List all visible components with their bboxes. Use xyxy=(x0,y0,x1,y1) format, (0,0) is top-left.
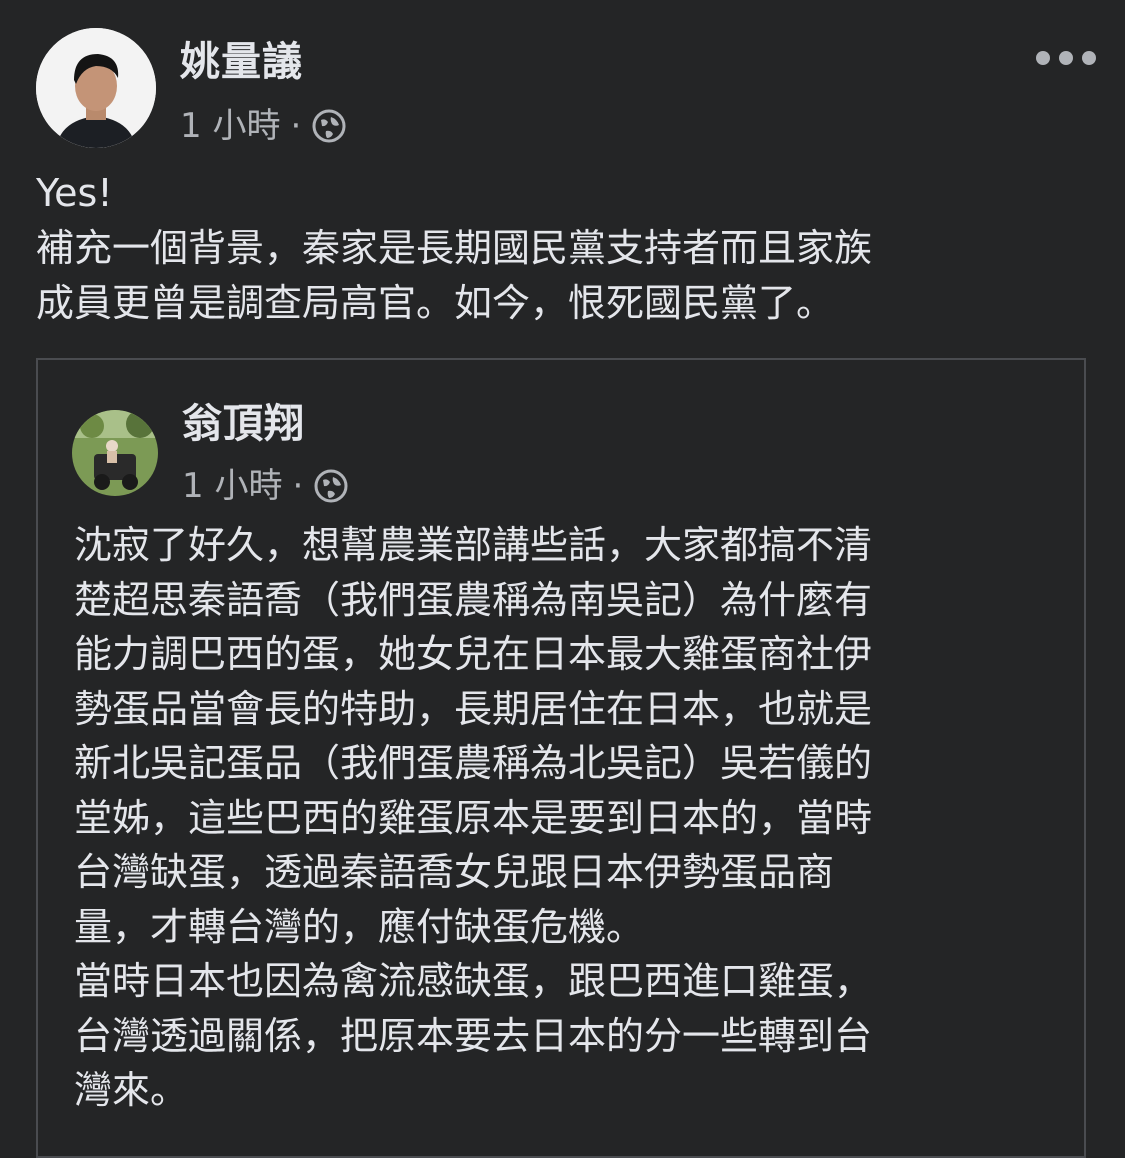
shared-post-meta: 1 小時 · xyxy=(182,466,349,507)
more-dot xyxy=(1059,51,1073,65)
post-time[interactable]: 1 小時 xyxy=(180,106,280,147)
shared-text-line: 量，才轉台灣的，應付缺蛋危機。 xyxy=(74,904,645,949)
shared-text-line: 勢蛋品當會長的特助，長期居住在日本，也就是 xyxy=(74,686,873,731)
more-dot xyxy=(1036,51,1050,65)
more-options-icon[interactable] xyxy=(1036,46,1096,70)
shared-text-line: 能力調巴西的蛋，她女兒在日本最大雞蛋商社伊 xyxy=(74,632,873,676)
post-header: 姚量議 1 小時 · xyxy=(36,28,1096,148)
shared-post-card[interactable]: 翁頂翔 1 小時 · 沈寂了好久，想幫農業部講些話，大家都搞不清 楚超思秦語喬（… xyxy=(36,358,1086,1158)
post-text: Yes! 補充一個背景，秦家是長期國民黨支持者而且家族 成員更曾是調查局高官。如… xyxy=(36,166,1096,331)
globe-icon[interactable] xyxy=(313,468,349,504)
shared-text-line: 台灣透過關係，把原本要去日本的分一些轉到台 xyxy=(74,1013,873,1058)
more-dot xyxy=(1082,51,1096,65)
globe-icon[interactable] xyxy=(311,108,347,144)
shared-author-avatar[interactable] xyxy=(72,410,158,496)
shared-text-line: 楚超思秦語喬（我們蛋農稱為南吳記）為什麼有 xyxy=(74,577,873,622)
shared-text-line: 堂姊，這些巴西的雞蛋原本是要到日本的，當時 xyxy=(74,795,873,840)
post-text-line: 補充一個背景，秦家是長期國民黨支持者而且家族 xyxy=(36,226,873,270)
shared-text-line: 當時日本也因為禽流感缺蛋，跟巴西進口雞蛋， xyxy=(74,959,873,1003)
post-text-line: 成員更曾是調查局高官。如今，恨死國民黨了。 xyxy=(36,281,835,325)
shared-text-line: 沈寂了好久，想幫農業部講些話，大家都搞不清 xyxy=(74,523,873,567)
post-meta: 1 小時 · xyxy=(180,106,347,147)
shared-text-line: 台灣缺蛋，透過秦語喬女兒跟日本伊勢蛋品商 xyxy=(74,850,835,894)
author-name[interactable]: 姚量議 xyxy=(180,38,303,86)
meta-separator: · xyxy=(292,466,304,506)
shared-post-text: 沈寂了好久，想幫農業部講些話，大家都搞不清 楚超思秦語喬（我們蛋農稱為南吳記）為… xyxy=(74,518,1074,1118)
shared-text-line: 灣來。 xyxy=(74,1068,189,1112)
meta-separator: · xyxy=(290,106,302,146)
shared-post-time[interactable]: 1 小時 xyxy=(182,466,282,507)
shared-text-line: 新北吳記蛋品（我們蛋農稱為北吳記）吳若儀的 xyxy=(74,741,873,785)
post-text-line: Yes! xyxy=(36,171,113,215)
shared-author-name[interactable]: 翁頂翔 xyxy=(182,400,305,448)
author-avatar[interactable] xyxy=(36,28,156,148)
